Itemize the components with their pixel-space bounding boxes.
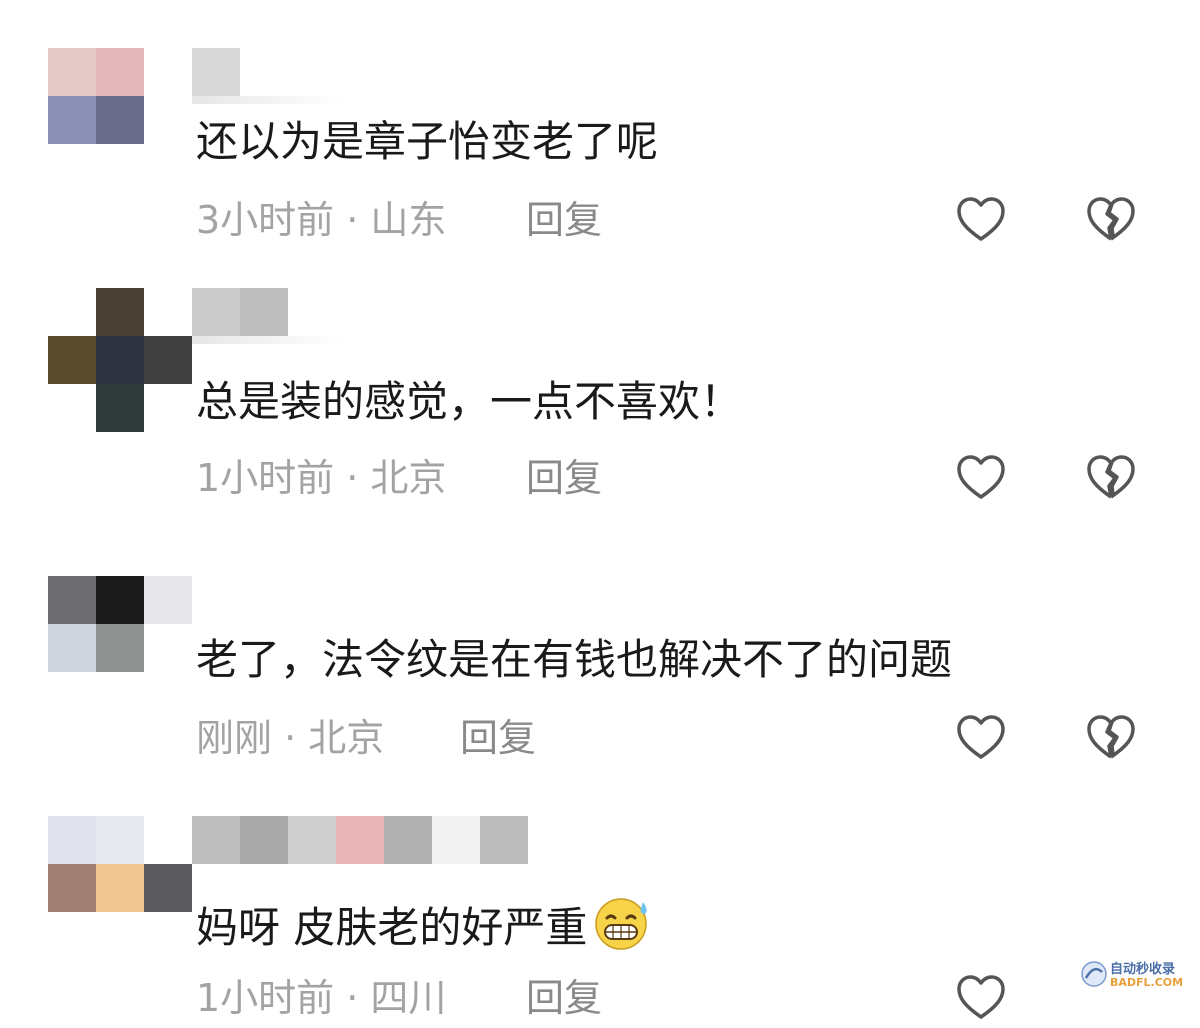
username-pixel — [192, 288, 240, 336]
username-fade — [192, 336, 342, 344]
comment-text: 还以为是章子怡变老了呢 — [196, 117, 659, 166]
avatar-pixel — [96, 96, 144, 144]
avatar-pixel — [48, 336, 96, 384]
avatar-pixel — [48, 816, 96, 864]
reply-button[interactable]: 回复 — [526, 454, 602, 502]
comment-item: 总是装的感觉，一点不喜欢！ 1小时前 · 北京 回复 — [0, 288, 1200, 548]
avatar-pixel — [48, 576, 96, 624]
reply-button[interactable]: 回复 — [526, 196, 602, 244]
broken-heart-outline-icon[interactable] — [1085, 452, 1137, 504]
avatar[interactable] — [48, 288, 192, 432]
username-pixel — [192, 48, 240, 96]
avatar[interactable] — [48, 48, 144, 144]
comment-meta: 3小时前 · 山东 — [196, 198, 447, 242]
avatar-pixel — [96, 816, 144, 864]
avatar-pixel — [48, 864, 96, 912]
broken-heart-outline-icon[interactable] — [1085, 712, 1137, 764]
heart-outline-icon[interactable] — [955, 194, 1007, 246]
comment-text: 老了，法令纹是在有钱也解决不了的问题 — [196, 635, 953, 684]
avatar-pixel — [96, 48, 144, 96]
username-pixel — [432, 816, 480, 864]
avatar-pixel — [96, 288, 144, 336]
broken-heart-outline-icon[interactable] — [1085, 194, 1137, 246]
comment-text: 总是装的感觉，一点不喜欢！ — [196, 377, 743, 426]
avatar-pixel — [96, 576, 144, 624]
avatar-pixel — [96, 864, 144, 912]
avatar-pixel — [96, 336, 144, 384]
avatar-pixel — [48, 96, 96, 144]
heart-outline-icon[interactable] — [955, 452, 1007, 504]
watermark-bottom-text: BADFL.COM — [1110, 976, 1184, 989]
heart-outline-icon[interactable] — [955, 972, 1007, 1024]
grinning-face-with-sweat-icon — [591, 894, 655, 962]
comment-meta: 1小时前 · 北京 — [196, 456, 447, 500]
comment-item: 妈呀 皮肤老的好严重 1小时前 · 四川 回复 — [0, 816, 1200, 1020]
avatar[interactable] — [48, 576, 192, 672]
avatar-pixel — [96, 384, 144, 432]
avatar-pixel — [96, 624, 144, 672]
comment-text: 妈呀 皮肤老的好严重 — [196, 894, 655, 962]
username-pixel — [240, 288, 288, 336]
heart-outline-icon[interactable] — [955, 712, 1007, 764]
avatar-pixel — [144, 864, 192, 912]
avatar-pixel — [144, 576, 192, 624]
username-fade — [192, 96, 342, 104]
comment-meta: 1小时前 · 四川 — [196, 976, 447, 1020]
watermark-top-text: 自动秒收录 — [1110, 962, 1176, 977]
avatar-pixel — [48, 288, 96, 336]
avatar-pixel — [48, 48, 96, 96]
watermark: 自动秒收录 BADFL.COM — [1080, 956, 1190, 996]
comment-item: 老了，法令纹是在有钱也解决不了的问题 刚刚 · 北京 回复 — [0, 576, 1200, 836]
username-pixel — [480, 816, 528, 864]
username-pixel — [336, 816, 384, 864]
avatar-pixel — [144, 336, 192, 384]
reply-button[interactable]: 回复 — [526, 974, 602, 1022]
comment-text-content: 妈呀 皮肤老的好严重 — [196, 903, 588, 952]
comment-meta: 刚刚 · 北京 — [196, 716, 385, 760]
avatar[interactable] — [48, 816, 192, 912]
username-pixel — [384, 816, 432, 864]
username-pixel — [288, 816, 336, 864]
username-pixel — [192, 816, 240, 864]
username-pixel — [240, 816, 288, 864]
avatar-pixel — [48, 624, 96, 672]
watermark-logo-icon — [1080, 960, 1108, 992]
comment-item: 还以为是章子怡变老了呢 3小时前 · 山东 回复 — [0, 48, 1200, 308]
reply-button[interactable]: 回复 — [460, 714, 536, 762]
